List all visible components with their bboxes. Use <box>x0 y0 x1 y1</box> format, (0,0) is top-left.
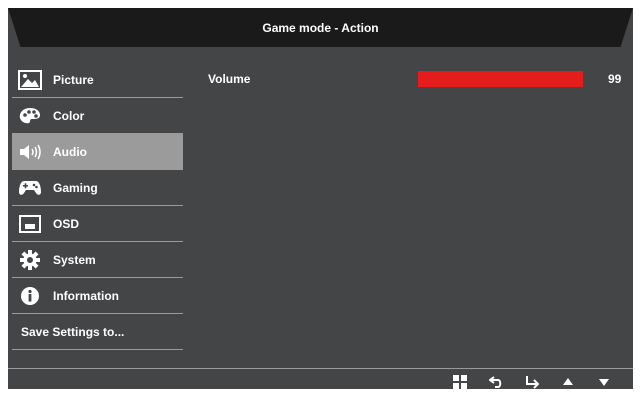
audio-panel: Volume 99 <box>208 70 626 90</box>
sidebar-item-system[interactable]: System <box>12 242 183 278</box>
sidebar-item-label: OSD <box>53 216 80 231</box>
sidebar-item-label: Picture <box>53 72 94 87</box>
volume-slider[interactable] <box>418 71 585 87</box>
palette-icon <box>18 105 42 127</box>
sidebar-item-osd[interactable]: OSD <box>12 206 183 242</box>
sidebar-item-label: Gaming <box>53 180 98 195</box>
gear-icon <box>18 249 42 271</box>
sidebar-item-gaming[interactable]: Gaming <box>12 170 183 206</box>
volume-slider-fill <box>418 71 584 87</box>
sidebar-item-color[interactable]: Color <box>12 98 183 134</box>
gamepad-icon <box>18 177 42 199</box>
osd-title: Game mode - Action <box>8 8 633 47</box>
sidebar-item-picture[interactable]: Picture <box>12 62 183 98</box>
info-icon <box>18 285 42 307</box>
volume-label: Volume <box>208 72 251 86</box>
menu-grid-icon[interactable] <box>442 372 478 389</box>
sidebar-item-audio[interactable]: Audio <box>12 134 183 170</box>
back-icon[interactable] <box>478 372 514 389</box>
sidebar-item-label: Information <box>53 288 119 303</box>
sidebar-menu: Picture Color Audio Gaming OSD System In… <box>12 62 183 350</box>
down-arrow-icon[interactable] <box>586 372 622 389</box>
osd-icon <box>18 213 42 235</box>
navigation-bar <box>442 372 622 389</box>
picture-icon <box>18 69 42 91</box>
sidebar-item-label: Save Settings to... <box>21 324 125 339</box>
sidebar-item-save-settings[interactable]: Save Settings to... <box>12 314 183 350</box>
bottom-divider <box>8 368 633 369</box>
sidebar-item-label: System <box>53 252 96 267</box>
sidebar-item-label: Color <box>53 108 85 123</box>
speaker-icon <box>18 141 42 163</box>
volume-value: 99 <box>608 72 622 86</box>
up-arrow-icon[interactable] <box>550 372 586 389</box>
sidebar-item-label: Audio <box>53 144 87 159</box>
osd-window: Game mode - Action Picture Color Audio G… <box>8 8 633 389</box>
sidebar-item-information[interactable]: Information <box>12 278 183 314</box>
enter-icon[interactable] <box>514 372 550 389</box>
